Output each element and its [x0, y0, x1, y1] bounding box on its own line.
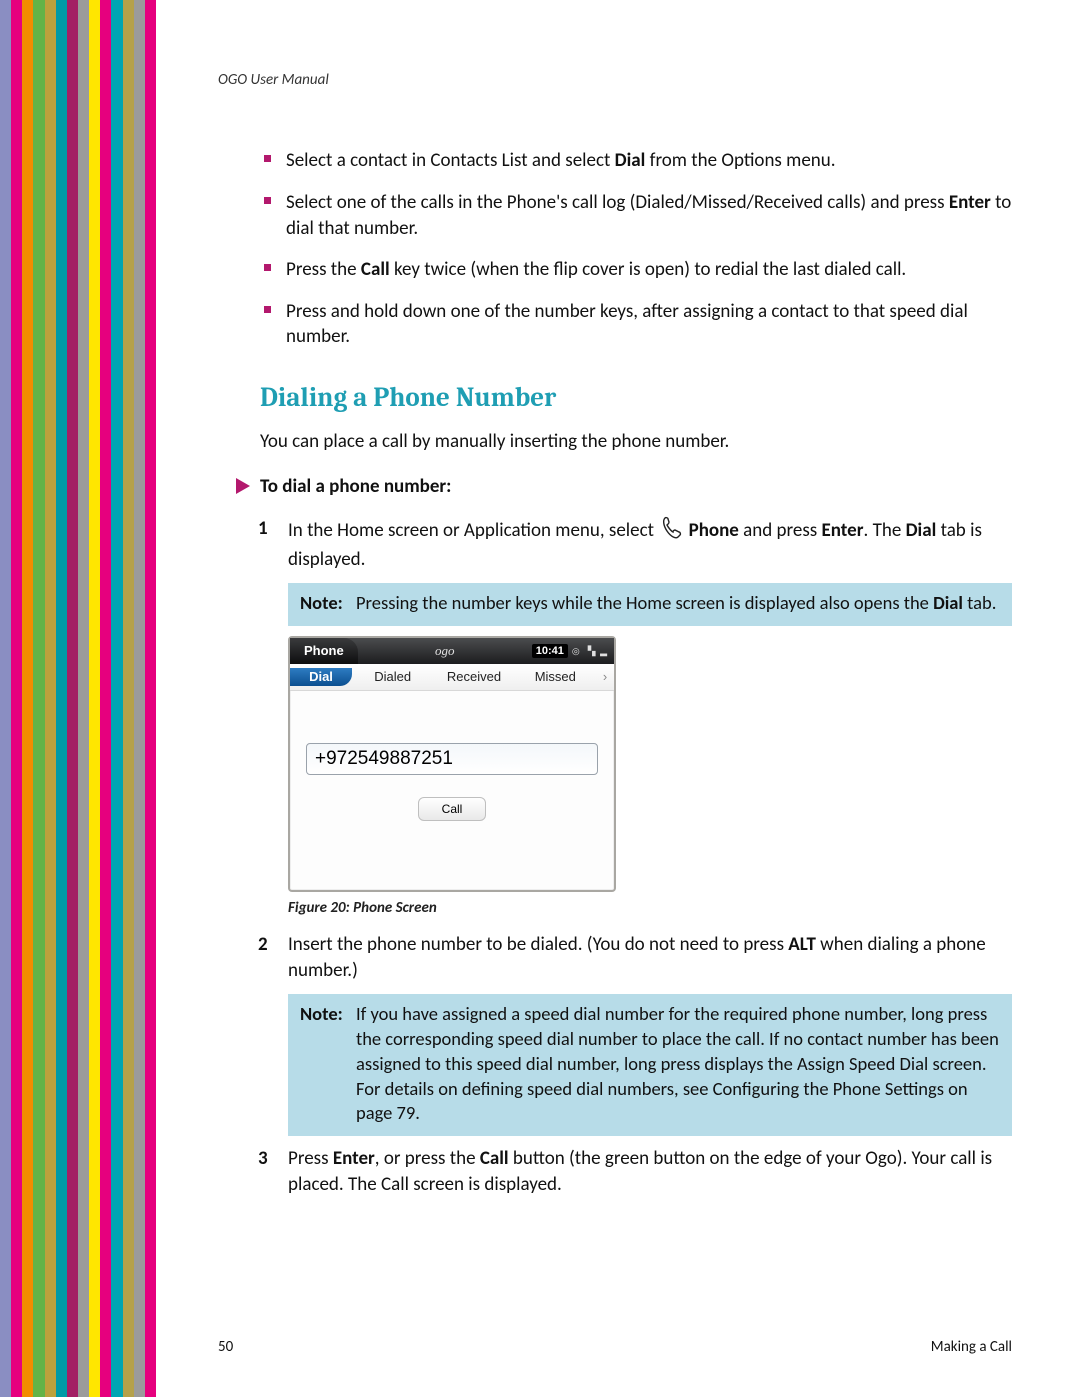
page-number: 50	[218, 1337, 233, 1357]
device-app-tab: Phone	[290, 638, 358, 664]
dial-area: Call	[290, 691, 614, 841]
call-button[interactable]: Call	[418, 797, 486, 821]
note-box: Note: If you have assigned a speed dial …	[288, 994, 1012, 1137]
procedure-steps: 1 In the Home screen or Application menu…	[218, 516, 1012, 573]
bullet-item: Select one of the calls in the Phone's c…	[258, 190, 1012, 241]
page-footer: 50 Making a Call	[218, 1337, 1012, 1357]
stripe	[33, 0, 44, 1397]
figure: Phone ogo 10:41 ◎ ▝▖▂ Dial Dialed Receiv…	[288, 636, 1012, 892]
stripe	[0, 0, 11, 1397]
stripe	[134, 0, 145, 1397]
step: 1 In the Home screen or Application menu…	[258, 516, 1012, 573]
tab-received[interactable]: Received	[433, 668, 514, 686]
step: 3 Press Enter, or press the Call button …	[258, 1146, 1012, 1197]
section-intro: You can place a call by manually inserti…	[260, 429, 1012, 455]
tab-more[interactable]: ›	[596, 668, 614, 686]
bullet-list: Select a contact in Contacts List and se…	[218, 148, 1012, 350]
phone-number-input[interactable]	[306, 743, 598, 775]
stripe	[11, 0, 22, 1397]
stripe	[67, 0, 78, 1397]
device-status-icons: ◎ ▝▖▂	[572, 645, 608, 657]
phone-icon	[660, 516, 682, 548]
stripe	[100, 0, 111, 1397]
tab-missed[interactable]: Missed	[515, 668, 596, 686]
stripe	[111, 0, 122, 1397]
stripe	[123, 0, 134, 1397]
figure-caption: Figure 20: Phone Screen	[288, 898, 1012, 918]
stripe	[89, 0, 100, 1397]
step: 2 Insert the phone number to be dialed. …	[258, 932, 1012, 983]
stripe	[145, 0, 156, 1397]
tab-dialed[interactable]: Dialed	[352, 668, 433, 686]
arrow-right-icon	[236, 478, 250, 494]
tab-dial[interactable]: Dial	[290, 668, 352, 686]
bullet-item: Press and hold down one of the number ke…	[258, 299, 1012, 350]
device-topbar: Phone ogo 10:41 ◎ ▝▖▂	[290, 638, 614, 664]
section-heading: Dialing a Phone Number	[260, 380, 1012, 416]
decorative-stripe-bar	[0, 0, 156, 1397]
page-content: OGO User Manual Select a contact in Cont…	[156, 0, 1080, 1397]
procedure-steps-cont: 2 Insert the phone number to be dialed. …	[218, 932, 1012, 983]
device-screenshot: Phone ogo 10:41 ◎ ▝▖▂ Dial Dialed Receiv…	[288, 636, 616, 892]
procedure-steps-cont2: 3 Press Enter, or press the Call button …	[218, 1146, 1012, 1197]
footer-section: Making a Call	[931, 1337, 1012, 1357]
bullet-item: Press the Call key twice (when the flip …	[258, 257, 1012, 283]
note-box: Note: Pressing the number keys while the…	[288, 583, 1012, 626]
device-logo: ogo	[358, 642, 532, 660]
bullet-item: Select a contact in Contacts List and se…	[258, 148, 1012, 174]
page-header: OGO User Manual	[218, 70, 1012, 90]
device-clock: 10:41	[532, 644, 568, 659]
stripe	[78, 0, 89, 1397]
stripe	[56, 0, 67, 1397]
device-tabs: Dial Dialed Received Missed ›	[290, 664, 614, 691]
stripe	[45, 0, 56, 1397]
procedure-heading: To dial a phone number:	[236, 474, 1012, 500]
stripe	[22, 0, 33, 1397]
